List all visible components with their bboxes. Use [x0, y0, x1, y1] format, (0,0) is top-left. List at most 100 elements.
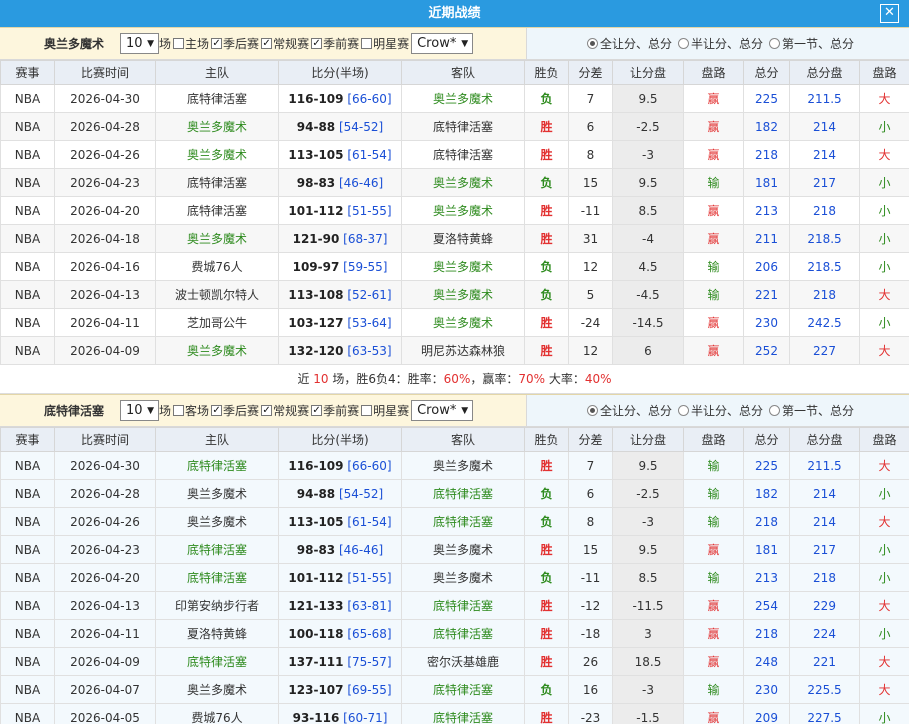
away-team-cell[interactable]: 底特律活塞 [401, 140, 525, 169]
checkbox-icon[interactable] [361, 405, 373, 416]
table-row[interactable]: NBA 2026-04-20 底特律活塞 101-112 [51-55] 奥兰多魔术胜 -… [0, 196, 909, 225]
table-row[interactable]: NBA 2026-04-30 底特律活塞 116-109 [66-60] 奥兰多魔术负 7… [0, 84, 909, 113]
score-cell: 137-111 [75-57] [278, 647, 402, 676]
away-team-cell[interactable]: 奥兰多魔术 [401, 535, 525, 564]
close-icon[interactable]: ✕ [880, 4, 899, 23]
away-team-cell[interactable]: 夏洛特黄蜂 [401, 224, 525, 253]
table-row[interactable]: NBA 2026-04-13 印第安纳步行者 121-133 [63-81] 底特律活塞… [0, 591, 909, 620]
home-team-cell[interactable]: 费城76人 [155, 703, 279, 724]
filter-checkbox[interactable]: ✓ 季前赛 [311, 35, 359, 52]
filter-checkbox[interactable]: 主场 [173, 35, 209, 52]
table-row[interactable]: NBA 2026-04-09 底特律活塞 137-111 [75-57] 密尔沃基雄鹿胜… [0, 647, 909, 676]
radio-icon[interactable] [769, 38, 781, 49]
home-team-cell[interactable]: 奥兰多魔术 [155, 140, 279, 169]
mode-radio[interactable]: 半让分、总分 [678, 402, 763, 419]
home-team-cell[interactable]: 印第安纳步行者 [155, 591, 279, 620]
score: 109-97 [292, 259, 340, 274]
home-team-cell[interactable]: 奥兰多魔术 [155, 224, 279, 253]
table-row[interactable]: NBA 2026-04-30 底特律活塞 116-109 [66-60] 奥兰多魔术胜 7… [0, 451, 909, 480]
table-row[interactable]: NBA 2026-04-05 费城76人 93-116 [60-71] 底特律活塞胜 -2… [0, 703, 909, 724]
away-team-cell[interactable]: 奥兰多魔术 [401, 280, 525, 309]
match-count-select[interactable]: 10 ▼ [120, 400, 160, 421]
filter-checkbox[interactable]: 明星赛 [361, 35, 409, 52]
table-row[interactable]: NBA 2026-04-11 芝加哥公牛 103-127 [53-64] 奥兰多魔术胜 -… [0, 308, 909, 337]
home-team-cell[interactable]: 奥兰多魔术 [155, 507, 279, 536]
home-team-cell[interactable]: 底特律活塞 [155, 168, 279, 197]
home-team-cell[interactable]: 底特律活塞 [155, 535, 279, 564]
away-team-cell[interactable]: 底特律活塞 [401, 591, 525, 620]
filter-checkbox[interactable]: ✓ 季后赛 [211, 35, 259, 52]
table-row[interactable]: NBA 2026-04-11 夏洛特黄蜂 100-118 [65-68] 底特律活塞胜 -… [0, 619, 909, 648]
away-team-cell[interactable]: 底特律活塞 [401, 675, 525, 704]
away-team-cell[interactable]: 底特律活塞 [401, 507, 525, 536]
table-row[interactable]: NBA 2026-04-16 费城76人 109-97 [59-55] 奥兰多魔术负 12… [0, 252, 909, 281]
away-team-cell[interactable]: 底特律活塞 [401, 112, 525, 141]
away-team-cell[interactable]: 奥兰多魔术 [401, 563, 525, 592]
away-team-cell[interactable]: 底特律活塞 [401, 703, 525, 724]
checkbox-icon[interactable]: ✓ [311, 38, 323, 49]
away-team-cell[interactable]: 明尼苏达森林狼 [401, 336, 525, 365]
home-team-cell[interactable]: 底特律活塞 [155, 196, 279, 225]
checkbox-icon[interactable]: ✓ [211, 38, 223, 49]
table-row[interactable]: NBA 2026-04-09 奥兰多魔术 132-120 [63-53] 明尼苏达森林狼… [0, 336, 909, 365]
home-team-cell[interactable]: 费城76人 [155, 252, 279, 281]
home-team-cell[interactable]: 奥兰多魔术 [155, 675, 279, 704]
mode-radio[interactable]: 全让分、总分 [587, 35, 672, 52]
table-row[interactable]: NBA 2026-04-20 底特律活塞 101-112 [51-55] 奥兰多魔术负 -… [0, 563, 909, 592]
table-row[interactable]: NBA 2026-04-13 波士顿凯尔特人 113-108 [52-61] 奥兰多魔术… [0, 280, 909, 309]
mode-radio[interactable]: 全让分、总分 [587, 402, 672, 419]
checkbox-icon[interactable] [173, 38, 185, 49]
home-team-cell[interactable]: 奥兰多魔术 [155, 336, 279, 365]
company-select[interactable]: Crow* ▼ [411, 400, 474, 421]
radio-icon[interactable] [587, 405, 598, 416]
company-select[interactable]: Crow* ▼ [411, 33, 474, 54]
home-team-cell[interactable]: 芝加哥公牛 [155, 308, 279, 337]
table-row[interactable]: NBA 2026-04-26 奥兰多魔术 113-105 [61-54] 底特律活塞负 8… [0, 507, 909, 536]
table-row[interactable]: NBA 2026-04-28 奥兰多魔术 94-88 [54-52] 底特律活塞胜 6 -2… [0, 112, 909, 141]
checkbox-icon[interactable] [173, 405, 185, 416]
mode-radio[interactable]: 第一节、总分 [769, 402, 854, 419]
home-team-cell[interactable]: 底特律活塞 [155, 451, 279, 480]
away-team-cell[interactable]: 奥兰多魔术 [401, 451, 525, 480]
margin-cell: 12 [568, 252, 613, 281]
home-team-cell[interactable]: 底特律活塞 [155, 647, 279, 676]
table-row[interactable]: NBA 2026-04-18 奥兰多魔术 121-90 [68-37] 夏洛特黄蜂胜 31… [0, 224, 909, 253]
mode-radio[interactable]: 第一节、总分 [769, 35, 854, 52]
filter-checkbox[interactable]: ✓ 季前赛 [311, 402, 359, 419]
home-team-cell[interactable]: 奥兰多魔术 [155, 479, 279, 508]
home-team-cell[interactable]: 夏洛特黄蜂 [155, 619, 279, 648]
checkbox-icon[interactable] [361, 38, 373, 49]
away-team-cell[interactable]: 密尔沃基雄鹿 [401, 647, 525, 676]
filter-checkbox[interactable]: 客场 [173, 402, 209, 419]
away-team-cell[interactable]: 奥兰多魔术 [401, 84, 525, 113]
table-row[interactable]: NBA 2026-04-23 底特律活塞 98-83 [46-46] 奥兰多魔术胜 15 9… [0, 535, 909, 564]
away-team-cell[interactable]: 底特律活塞 [401, 619, 525, 648]
away-team-cell[interactable]: 底特律活塞 [401, 479, 525, 508]
home-team-cell[interactable]: 底特律活塞 [155, 563, 279, 592]
home-team-cell[interactable]: 奥兰多魔术 [155, 112, 279, 141]
table-row[interactable]: NBA 2026-04-28 奥兰多魔术 94-88 [54-52] 底特律活塞负 6 -2… [0, 479, 909, 508]
checkbox-icon[interactable]: ✓ [261, 38, 273, 49]
filter-checkbox[interactable]: ✓ 常规赛 [261, 35, 309, 52]
radio-icon[interactable] [678, 405, 690, 416]
table-row[interactable]: NBA 2026-04-07 奥兰多魔术 123-107 [69-55] 底特律活塞负 1… [0, 675, 909, 704]
away-team-cell[interactable]: 奥兰多魔术 [401, 196, 525, 225]
radio-icon[interactable] [769, 405, 781, 416]
filter-checkbox[interactable]: ✓ 季后赛 [211, 402, 259, 419]
home-team-cell[interactable]: 底特律活塞 [155, 84, 279, 113]
radio-icon[interactable] [678, 38, 690, 49]
radio-icon[interactable] [587, 38, 598, 49]
filter-checkbox[interactable]: ✓ 常规赛 [261, 402, 309, 419]
table-row[interactable]: NBA 2026-04-23 底特律活塞 98-83 [46-46] 奥兰多魔术负 15 9… [0, 168, 909, 197]
away-team-cell[interactable]: 奥兰多魔术 [401, 168, 525, 197]
checkbox-icon[interactable]: ✓ [211, 405, 223, 416]
home-team-cell[interactable]: 波士顿凯尔特人 [155, 280, 279, 309]
filter-checkbox[interactable]: 明星赛 [361, 402, 409, 419]
table-row[interactable]: NBA 2026-04-26 奥兰多魔术 113-105 [61-54] 底特律活塞胜 8… [0, 140, 909, 169]
match-count-select[interactable]: 10 ▼ [120, 33, 160, 54]
away-team-cell[interactable]: 奥兰多魔术 [401, 252, 525, 281]
checkbox-icon[interactable]: ✓ [261, 405, 273, 416]
away-team-cell[interactable]: 奥兰多魔术 [401, 308, 525, 337]
checkbox-icon[interactable]: ✓ [311, 405, 323, 416]
mode-radio[interactable]: 半让分、总分 [678, 35, 763, 52]
